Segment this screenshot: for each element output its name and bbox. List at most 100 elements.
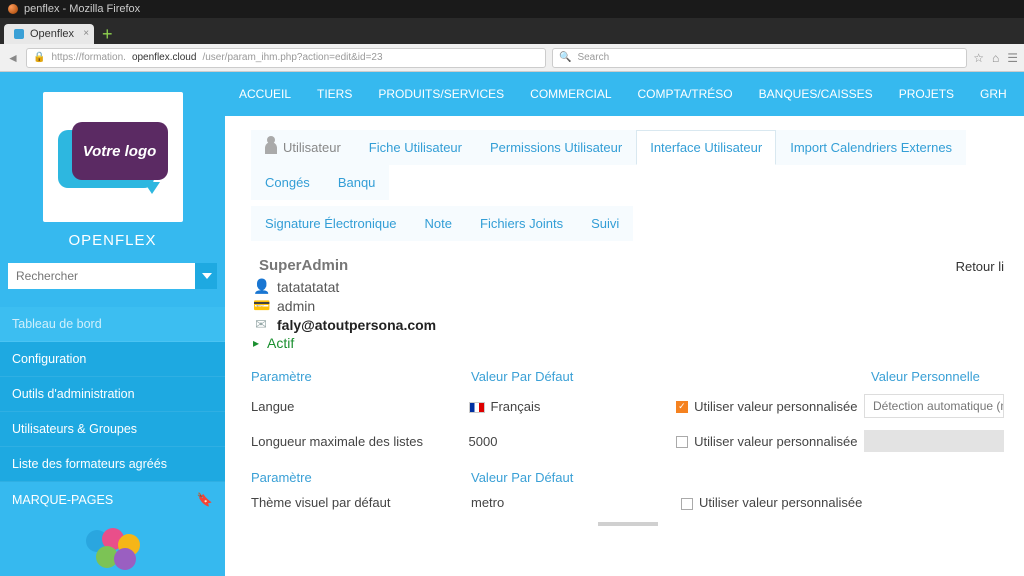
back-icon[interactable]: ◄ (6, 51, 20, 65)
sidebar-search-dropdown[interactable] (195, 263, 217, 289)
user-email: faly@atoutpersona.com (277, 317, 436, 333)
user-login: admin (277, 298, 315, 314)
nav-compta[interactable]: COMPTA/TRÉSO (638, 87, 733, 101)
new-tab-button[interactable]: + (94, 24, 121, 44)
subtab-fiche[interactable]: Fiche Utilisateur (355, 130, 476, 165)
param-label: Langue (251, 399, 469, 414)
bookmark-icon: 🔖 (197, 492, 213, 508)
personal-value-select[interactable]: Détection automatique (navi. (864, 394, 1004, 418)
sidebar-item-dashboard[interactable]: Tableau de bord (0, 307, 225, 342)
brand-name: OPENFLEX (0, 232, 225, 249)
sidebar-item-label: MARQUE-PAGES (12, 493, 113, 507)
nav-grh[interactable]: GRH (980, 87, 1007, 101)
col-param: Paramètre (251, 369, 471, 384)
use-personal-label: Utiliser valeur personnalisée (699, 495, 862, 510)
mail-icon: ✉ (253, 316, 269, 333)
person-icon: 👤 (253, 278, 269, 295)
subtab-interface[interactable]: Interface Utilisateur (636, 130, 776, 165)
tab-label: Openflex (30, 28, 74, 40)
table1-header: Paramètre Valeur Par Défaut Valeur Perso… (251, 369, 1004, 384)
browser-search[interactable]: 🔍 Search (552, 48, 967, 68)
back-link[interactable]: Retour li (956, 259, 1004, 274)
subtab-label: Utilisateur (283, 140, 341, 155)
sidebar-item-label: Liste des formateurs agréés (12, 457, 167, 471)
user-status: Actif (267, 335, 294, 351)
top-nav: ACCUEIL TIERS PRODUITS/SERVICES COMMERCI… (225, 72, 1024, 116)
flag-icon: ▸ (253, 336, 259, 350)
sidebar-item-label: Tableau de bord (12, 317, 102, 331)
table2-header: Paramètre Valeur Par Défaut (251, 470, 1004, 485)
browser-tab[interactable]: Openflex × (4, 24, 94, 44)
use-personal-label: Utiliser valeur personnalisée (694, 434, 857, 449)
subtab-conges[interactable]: Congés (251, 165, 324, 200)
flag-fr-icon (469, 402, 485, 413)
user-name: tatatatatat (277, 279, 339, 295)
url-bar[interactable]: 🔒 https://formation. openflex.cloud/user/… (26, 48, 546, 68)
nav-tiers[interactable]: TIERS (317, 87, 352, 101)
sidebar-item-trainers[interactable]: Liste des formateurs agréés (0, 447, 225, 482)
lock-icon: 🔒 (33, 52, 45, 63)
menu-icon[interactable]: ☰ (1007, 51, 1018, 65)
sidebar-search-input[interactable] (8, 263, 195, 289)
user-summary: SuperAdmin 👤 tatatatatat 💳 admin ✉ faly@ato… (253, 257, 1004, 351)
subtab-note[interactable]: Note (411, 206, 466, 241)
sidebar-item-users-groups[interactable]: Utilisateurs & Groupes (0, 412, 225, 447)
use-personal-checkbox[interactable] (681, 498, 693, 510)
browser-toolbar: ◄ 🔒 https://formation. openflex.cloud/use… (0, 44, 1024, 72)
param-label: Thème visuel par défaut (251, 495, 471, 510)
person-icon (265, 142, 277, 154)
sidebar-item-configuration[interactable]: Configuration (0, 342, 225, 377)
url-prefix: https://formation. (51, 52, 125, 63)
use-personal-checkbox[interactable] (676, 436, 688, 448)
default-value: 5000 (469, 434, 677, 449)
personal-value-input[interactable] (864, 430, 1004, 452)
sidebar-item-bookmarks[interactable]: MARQUE-PAGES 🔖 (0, 482, 225, 518)
col-default: Valeur Par Défaut (471, 369, 681, 384)
sidebar-item-label: Outils d'administration (12, 387, 135, 401)
col-personal: Valeur Personnelle (871, 369, 1004, 384)
colorwheel-icon (86, 530, 140, 570)
sidebar-item-label: Utilisateurs & Groupes (12, 422, 137, 436)
default-value: metro (471, 495, 681, 510)
nav-commercial[interactable]: COMMERCIAL (530, 87, 611, 101)
sidebar: Votre logo OPENFLEX Tableau de bord Conf… (0, 72, 225, 576)
subtab-import-cal[interactable]: Import Calendriers Externes (776, 130, 966, 165)
tab-favicon (14, 29, 24, 39)
firefox-orb-icon (8, 4, 18, 14)
os-window-title: penflex - Mozilla Firefox (24, 3, 140, 15)
user-title: SuperAdmin (259, 257, 1004, 274)
table-row: Longueur maximale des listes 5000 Utilis… (251, 430, 1004, 452)
star-icon[interactable]: ☆ (973, 51, 984, 65)
default-value: Français (491, 399, 541, 414)
subtab-fichiers[interactable]: Fichiers Joints (466, 206, 577, 241)
subtab-utilisateur[interactable]: Utilisateur (251, 130, 355, 165)
nav-produits[interactable]: PRODUITS/SERVICES (378, 87, 504, 101)
subtab-signature[interactable]: Signature Électronique (251, 206, 411, 241)
subtab-permissions[interactable]: Permissions Utilisateur (476, 130, 636, 165)
main-area: ACCUEIL TIERS PRODUITS/SERVICES COMMERCI… (225, 72, 1024, 576)
logo-text: Votre logo (83, 143, 157, 160)
subtab-suivi[interactable]: Suivi (577, 206, 633, 241)
divider (598, 522, 658, 526)
nav-accueil[interactable]: ACCUEIL (239, 87, 291, 101)
table-row: Thème visuel par défaut metro Utiliser v… (251, 495, 1004, 510)
search-icon: 🔍 (559, 52, 571, 63)
url-path: /user/param_ihm.php?action=edit&id=23 (202, 52, 382, 63)
col-default: Valeur Par Défaut (471, 470, 681, 485)
url-host: openflex.cloud (132, 52, 197, 63)
close-icon[interactable]: × (83, 28, 89, 39)
os-titlebar: penflex - Mozilla Firefox (0, 0, 1024, 18)
nav-projets[interactable]: PROJETS (899, 87, 954, 101)
use-personal-checkbox[interactable] (676, 401, 688, 413)
browser-tab-strip: Openflex × + (0, 18, 1024, 44)
param-label: Longueur maximale des listes (251, 434, 469, 449)
subtab-banque[interactable]: Banqu (324, 165, 390, 200)
nav-banques[interactable]: BANQUES/CAISSES (759, 87, 873, 101)
subtabs-row-2: Signature Électronique Note Fichiers Joi… (251, 206, 1004, 241)
home-icon[interactable]: ⌂ (992, 51, 999, 65)
logo-card: Votre logo (43, 92, 183, 222)
sidebar-item-admin-tools[interactable]: Outils d'administration (0, 377, 225, 412)
sidebar-item-label: Configuration (12, 352, 86, 366)
card-icon: 💳 (253, 297, 269, 314)
subtabs-row-1: Utilisateur Fiche Utilisateur Permission… (251, 130, 1004, 200)
